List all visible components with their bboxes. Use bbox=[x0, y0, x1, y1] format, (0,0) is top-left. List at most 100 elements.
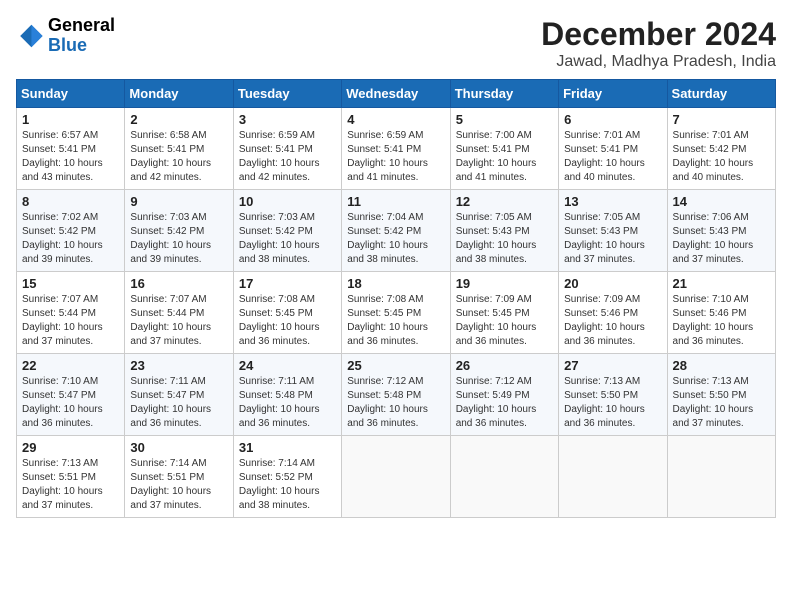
logo-text: General Blue bbox=[48, 16, 115, 56]
day-number: 11 bbox=[347, 194, 444, 209]
calendar-cell: 7 Sunrise: 7:01 AMSunset: 5:42 PMDaylight… bbox=[667, 108, 775, 190]
day-number: 24 bbox=[239, 358, 336, 373]
day-number: 27 bbox=[564, 358, 661, 373]
day-number: 4 bbox=[347, 112, 444, 127]
calendar-cell: 31 Sunrise: 7:14 AMSunset: 5:52 PMDayligh… bbox=[233, 436, 341, 518]
day-info: Sunrise: 6:59 AMSunset: 5:41 PMDaylight:… bbox=[347, 129, 444, 185]
page-header: General Blue December 2024 Jawad, Madhya… bbox=[16, 16, 776, 71]
header-cell-thursday: Thursday bbox=[450, 80, 558, 108]
calendar-cell bbox=[450, 436, 558, 518]
day-number: 31 bbox=[239, 440, 336, 455]
day-info: Sunrise: 7:05 AMSunset: 5:43 PMDaylight:… bbox=[456, 211, 553, 267]
day-number: 28 bbox=[673, 358, 770, 373]
day-info: Sunrise: 7:10 AMSunset: 5:46 PMDaylight:… bbox=[673, 293, 770, 349]
day-number: 5 bbox=[456, 112, 553, 127]
day-info: Sunrise: 6:57 AMSunset: 5:41 PMDaylight:… bbox=[22, 129, 119, 185]
calendar-cell: 30 Sunrise: 7:14 AMSunset: 5:51 PMDayligh… bbox=[125, 436, 233, 518]
day-info: Sunrise: 7:03 AMSunset: 5:42 PMDaylight:… bbox=[239, 211, 336, 267]
day-number: 26 bbox=[456, 358, 553, 373]
day-info: Sunrise: 7:11 AMSunset: 5:47 PMDaylight:… bbox=[130, 375, 227, 431]
day-info: Sunrise: 7:12 AMSunset: 5:48 PMDaylight:… bbox=[347, 375, 444, 431]
calendar-cell: 24 Sunrise: 7:11 AMSunset: 5:48 PMDayligh… bbox=[233, 354, 341, 436]
day-info: Sunrise: 7:08 AMSunset: 5:45 PMDaylight:… bbox=[239, 293, 336, 349]
day-number: 16 bbox=[130, 276, 227, 291]
day-number: 21 bbox=[673, 276, 770, 291]
day-number: 7 bbox=[673, 112, 770, 127]
day-number: 8 bbox=[22, 194, 119, 209]
day-number: 10 bbox=[239, 194, 336, 209]
day-number: 29 bbox=[22, 440, 119, 455]
day-info: Sunrise: 7:13 AMSunset: 5:50 PMDaylight:… bbox=[564, 375, 661, 431]
header-cell-tuesday: Tuesday bbox=[233, 80, 341, 108]
header-cell-friday: Friday bbox=[559, 80, 667, 108]
calendar-cell: 28 Sunrise: 7:13 AMSunset: 5:50 PMDayligh… bbox=[667, 354, 775, 436]
day-number: 20 bbox=[564, 276, 661, 291]
day-number: 12 bbox=[456, 194, 553, 209]
calendar-cell: 20Sunrise: 7:09 AMSunset: 5:46 PMDayligh… bbox=[559, 272, 667, 354]
calendar-cell: 6Sunrise: 7:01 AMSunset: 5:41 PMDaylight… bbox=[559, 108, 667, 190]
day-info: Sunrise: 7:02 AMSunset: 5:42 PMDaylight:… bbox=[22, 211, 119, 267]
day-info: Sunrise: 7:14 AMSunset: 5:51 PMDaylight:… bbox=[130, 457, 227, 513]
calendar-cell: 12 Sunrise: 7:05 AMSunset: 5:43 PMDayligh… bbox=[450, 190, 558, 272]
calendar-cell: 3 Sunrise: 6:59 AMSunset: 5:41 PMDaylight… bbox=[233, 108, 341, 190]
day-number: 3 bbox=[239, 112, 336, 127]
calendar-week-3: 15Sunrise: 7:07 AMSunset: 5:44 PMDayligh… bbox=[17, 272, 776, 354]
day-number: 30 bbox=[130, 440, 227, 455]
calendar-cell: 27 Sunrise: 7:13 AMSunset: 5:50 PMDayligh… bbox=[559, 354, 667, 436]
calendar-cell: 23 Sunrise: 7:11 AMSunset: 5:47 PMDayligh… bbox=[125, 354, 233, 436]
calendar-week-4: 22 Sunrise: 7:10 AMSunset: 5:47 PMDayligh… bbox=[17, 354, 776, 436]
day-info: Sunrise: 7:00 AMSunset: 5:41 PMDaylight:… bbox=[456, 129, 553, 185]
calendar-header: SundayMondayTuesdayWednesdayThursdayFrid… bbox=[17, 80, 776, 108]
calendar-cell: 2 Sunrise: 6:58 AMSunset: 5:41 PMDaylight… bbox=[125, 108, 233, 190]
day-info: Sunrise: 7:14 AMSunset: 5:52 PMDaylight:… bbox=[239, 457, 336, 513]
page-title: December 2024 bbox=[541, 16, 776, 53]
day-info: Sunrise: 7:09 AMSunset: 5:45 PMDaylight:… bbox=[456, 293, 553, 349]
day-info: Sunrise: 7:03 AMSunset: 5:42 PMDaylight:… bbox=[130, 211, 227, 267]
calendar-cell: 29Sunrise: 7:13 AMSunset: 5:51 PMDayligh… bbox=[17, 436, 125, 518]
calendar-cell: 17 Sunrise: 7:08 AMSunset: 5:45 PMDayligh… bbox=[233, 272, 341, 354]
header-row: SundayMondayTuesdayWednesdayThursdayFrid… bbox=[17, 80, 776, 108]
calendar-cell: 14Sunrise: 7:06 AMSunset: 5:43 PMDayligh… bbox=[667, 190, 775, 272]
day-number: 23 bbox=[130, 358, 227, 373]
calendar-body: 1 Sunrise: 6:57 AMSunset: 5:41 PMDaylight… bbox=[17, 108, 776, 518]
calendar-cell: 8 Sunrise: 7:02 AMSunset: 5:42 PMDaylight… bbox=[17, 190, 125, 272]
day-info: Sunrise: 7:07 AMSunset: 5:44 PMDaylight:… bbox=[130, 293, 227, 349]
day-info: Sunrise: 7:01 AMSunset: 5:42 PMDaylight:… bbox=[673, 129, 770, 185]
calendar-cell: 21 Sunrise: 7:10 AMSunset: 5:46 PMDayligh… bbox=[667, 272, 775, 354]
day-number: 2 bbox=[130, 112, 227, 127]
calendar-cell: 15Sunrise: 7:07 AMSunset: 5:44 PMDayligh… bbox=[17, 272, 125, 354]
header-cell-saturday: Saturday bbox=[667, 80, 775, 108]
day-number: 14 bbox=[673, 194, 770, 209]
calendar-cell: 25Sunrise: 7:12 AMSunset: 5:48 PMDayligh… bbox=[342, 354, 450, 436]
day-info: Sunrise: 7:11 AMSunset: 5:48 PMDaylight:… bbox=[239, 375, 336, 431]
calendar-cell: 26 Sunrise: 7:12 AMSunset: 5:49 PMDayligh… bbox=[450, 354, 558, 436]
title-block: December 2024 Jawad, Madhya Pradesh, Ind… bbox=[541, 16, 776, 71]
day-info: Sunrise: 7:10 AMSunset: 5:47 PMDaylight:… bbox=[22, 375, 119, 431]
day-number: 13 bbox=[564, 194, 661, 209]
calendar-cell: 11 Sunrise: 7:04 AMSunset: 5:42 PMDayligh… bbox=[342, 190, 450, 272]
day-info: Sunrise: 7:04 AMSunset: 5:42 PMDaylight:… bbox=[347, 211, 444, 267]
day-number: 19 bbox=[456, 276, 553, 291]
calendar-cell: 13Sunrise: 7:05 AMSunset: 5:43 PMDayligh… bbox=[559, 190, 667, 272]
calendar-cell: 5 Sunrise: 7:00 AMSunset: 5:41 PMDaylight… bbox=[450, 108, 558, 190]
day-info: Sunrise: 7:12 AMSunset: 5:49 PMDaylight:… bbox=[456, 375, 553, 431]
calendar-cell bbox=[667, 436, 775, 518]
calendar-cell: 1 Sunrise: 6:57 AMSunset: 5:41 PMDaylight… bbox=[17, 108, 125, 190]
header-cell-sunday: Sunday bbox=[17, 80, 125, 108]
calendar-week-1: 1 Sunrise: 6:57 AMSunset: 5:41 PMDaylight… bbox=[17, 108, 776, 190]
day-info: Sunrise: 7:07 AMSunset: 5:44 PMDaylight:… bbox=[22, 293, 119, 349]
day-number: 22 bbox=[22, 358, 119, 373]
day-info: Sunrise: 6:59 AMSunset: 5:41 PMDaylight:… bbox=[239, 129, 336, 185]
header-cell-monday: Monday bbox=[125, 80, 233, 108]
calendar-table: SundayMondayTuesdayWednesdayThursdayFrid… bbox=[16, 79, 776, 518]
day-number: 18 bbox=[347, 276, 444, 291]
calendar-cell: 18Sunrise: 7:08 AMSunset: 5:45 PMDayligh… bbox=[342, 272, 450, 354]
day-number: 17 bbox=[239, 276, 336, 291]
day-number: 6 bbox=[564, 112, 661, 127]
logo: General Blue bbox=[16, 16, 115, 56]
day-info: Sunrise: 7:13 AMSunset: 5:50 PMDaylight:… bbox=[673, 375, 770, 431]
header-cell-wednesday: Wednesday bbox=[342, 80, 450, 108]
day-info: Sunrise: 6:58 AMSunset: 5:41 PMDaylight:… bbox=[130, 129, 227, 185]
day-number: 1 bbox=[22, 112, 119, 127]
calendar-cell: 10 Sunrise: 7:03 AMSunset: 5:42 PMDayligh… bbox=[233, 190, 341, 272]
